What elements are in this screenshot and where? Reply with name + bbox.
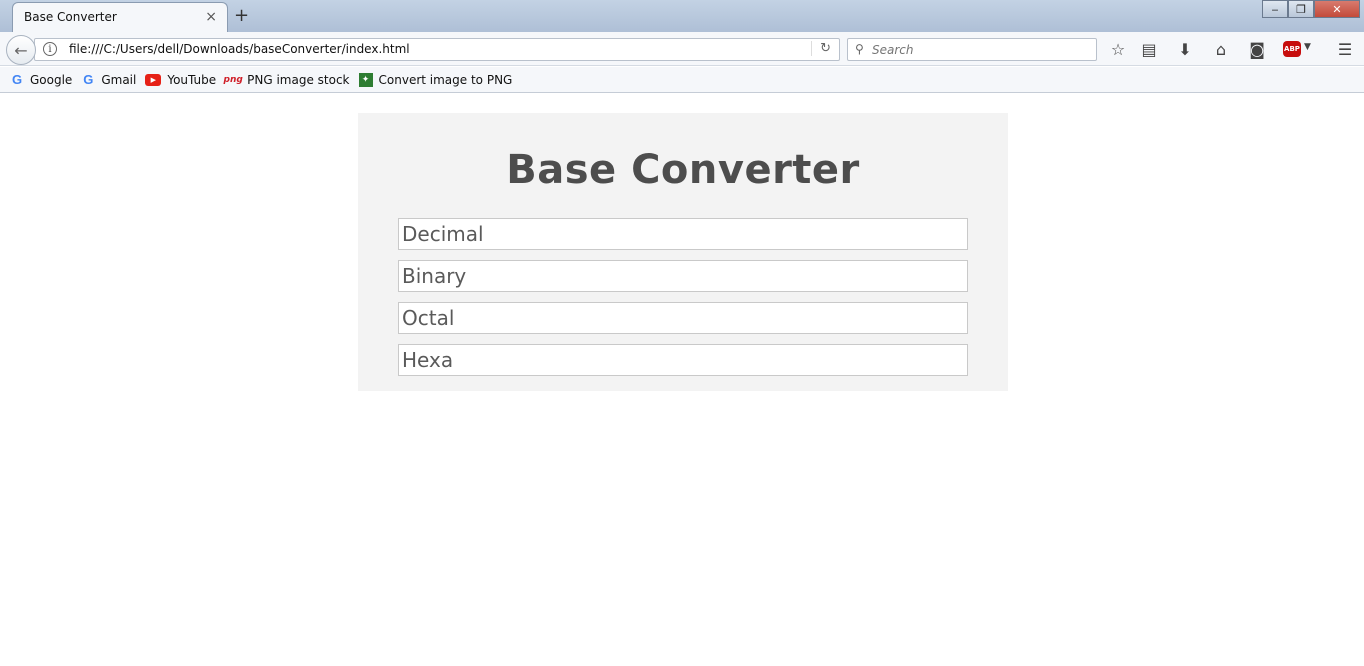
- search-icon: ⚲: [855, 42, 864, 56]
- search-bar[interactable]: ⚲: [847, 38, 1097, 61]
- page-title: Base Converter: [506, 147, 860, 193]
- info-icon[interactable]: i: [43, 42, 57, 56]
- youtube-icon: ▶: [145, 73, 162, 86]
- search-input[interactable]: [872, 41, 1092, 59]
- minimize-button[interactable]: ‒: [1262, 0, 1288, 18]
- hexa-input[interactable]: [398, 344, 968, 376]
- bookmark-png-image-stock[interactable]: png PNG image stock: [223, 72, 350, 87]
- tab-title: Base Converter: [24, 10, 117, 24]
- home-icon[interactable]: ⌂: [1209, 38, 1233, 60]
- menu-icon[interactable]: ☰: [1333, 38, 1357, 60]
- url-bar[interactable]: i file:///C:/Users/dell/Downloads/baseCo…: [34, 38, 840, 61]
- google-icon: G: [11, 72, 23, 87]
- bookmark-convert-image[interactable]: ✦ Convert image to PNG: [358, 72, 513, 87]
- bookmark-star-icon[interactable]: ☆: [1106, 38, 1130, 60]
- pocket-icon[interactable]: ◙: [1245, 38, 1269, 60]
- bookmark-google[interactable]: G Google: [10, 72, 73, 87]
- adblock-icon[interactable]: ABP: [1283, 41, 1301, 57]
- octal-input[interactable]: [398, 302, 968, 334]
- bookmark-gmail[interactable]: G Gmail: [81, 72, 137, 87]
- bookmark-label: PNG image stock: [247, 72, 350, 87]
- reload-icon[interactable]: ↻: [811, 41, 831, 56]
- chevron-down-icon[interactable]: ▼: [1304, 42, 1311, 52]
- bookmarks-toolbar: G Google G Gmail ▶ YouTube png PNG image…: [0, 67, 1364, 93]
- restore-button[interactable]: ❐: [1288, 0, 1314, 18]
- bookmark-label: Google: [30, 72, 73, 87]
- google-icon: G: [83, 72, 94, 87]
- tab-base-converter[interactable]: Base Converter ×: [12, 2, 228, 32]
- bookmark-label: YouTube: [167, 72, 217, 87]
- back-button[interactable]: ←: [6, 35, 36, 65]
- convert-icon: ✦: [358, 72, 373, 87]
- bookmark-youtube[interactable]: ▶ YouTube: [145, 73, 216, 87]
- window-controls: ‒ ❐ ✕: [1262, 0, 1360, 18]
- png-icon: png: [223, 74, 243, 85]
- url-text[interactable]: file:///C:/Users/dell/Downloads/baseConv…: [69, 42, 410, 56]
- back-arrow-icon: ←: [14, 40, 28, 60]
- converter-card: Base Converter: [358, 113, 1008, 391]
- download-icon[interactable]: ⬇: [1173, 38, 1197, 60]
- bookmark-label: Convert image to PNG: [378, 72, 513, 87]
- reading-list-icon[interactable]: ▤: [1137, 38, 1161, 60]
- title-bar: Base Converter × + ‒ ❐ ✕: [0, 0, 1364, 32]
- close-tab-icon[interactable]: ×: [205, 9, 217, 25]
- window-close-button[interactable]: ✕: [1314, 0, 1360, 18]
- binary-input[interactable]: [398, 260, 968, 292]
- new-tab-button[interactable]: +: [234, 5, 249, 26]
- navigation-toolbar: i file:///C:/Users/dell/Downloads/baseCo…: [0, 32, 1364, 66]
- bookmark-label: Gmail: [101, 72, 137, 87]
- decimal-input[interactable]: [398, 218, 968, 250]
